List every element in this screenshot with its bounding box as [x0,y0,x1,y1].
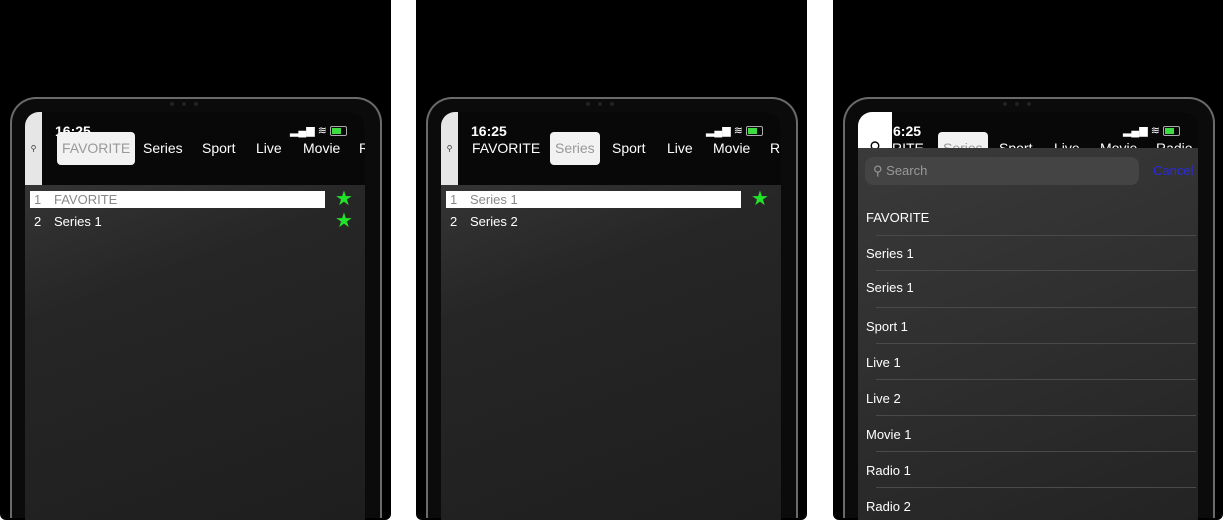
row-number: 2 [34,214,42,229]
search-icon: ⚲ [30,144,37,153]
row-number: 2 [450,214,458,229]
result-item[interactable]: Radio 2 [866,499,911,514]
result-item[interactable]: Series 1 [866,280,914,295]
star-icon[interactable]: ★ [335,189,353,209]
search-button[interactable]: ⚲ [25,112,42,185]
search-input[interactable]: ⚲ Search [865,157,1139,185]
camera [586,102,636,106]
tab-live[interactable]: Live [256,132,282,165]
result-item[interactable]: Radio 1 [866,463,911,478]
divider [876,235,1196,236]
row-label: Series 1 [54,214,102,229]
divider [876,415,1196,416]
star-icon[interactable]: ★ [751,189,769,209]
tab-series[interactable]: Series [550,132,600,165]
tab-sport[interactable]: Sport [202,132,235,165]
row-number: 1 [34,192,42,207]
result-item[interactable]: Live 2 [866,391,901,406]
row-label: Series 2 [470,214,518,229]
list-item[interactable]: 2 Series 2 [446,213,741,230]
row-label: FAVORITE [54,192,118,207]
search-placeholder: Search [886,163,928,178]
list-item[interactable]: 1 FAVORITE [30,191,325,208]
search-icon: ⚲ [446,144,453,153]
result-item[interactable]: Series 1 [866,246,914,261]
camera [1003,102,1053,106]
screenshot-panel-series: ⚲ 16:25 ▂▄▆ ≋ FAVORITE Series Sport Live… [416,0,807,520]
tab-radio[interactable]: R [359,132,365,165]
star-icon[interactable]: ★ [335,211,353,231]
divider [876,270,1196,271]
divider [876,307,1196,308]
result-item[interactable]: FAVORITE [866,210,929,225]
tab-series[interactable]: Series [143,132,183,165]
divider [876,343,1196,344]
tab-live[interactable]: Live [667,132,693,165]
list-item[interactable]: 1 Series 1 [446,191,741,208]
result-item[interactable]: Sport 1 [866,319,908,334]
row-label: Series 1 [470,192,518,207]
search-button[interactable]: ⚲ [441,112,458,185]
device-screen: ⚲ 6:25 ▂▄▆ ≋ RITE Series Sport Live Movi… [858,112,1198,520]
divider [876,379,1196,380]
device-screen: ⚲ 16:25 ▂▄▆ ≋ FAVORITE Series Sport Live… [441,112,781,520]
screenshot-panel-search: ⚲ 6:25 ▂▄▆ ≋ RITE Series Sport Live Movi… [833,0,1223,520]
search-icon: ⚲ [873,163,883,178]
tab-favorite[interactable]: FAVORITE [472,132,540,165]
tab-movie[interactable]: Movie [303,132,340,165]
screenshot-panel-favorite: ⚲ 16:25 ▂▄▆ ≋ FAVORITE Series Sport Live… [0,0,391,520]
device-screen: ⚲ 16:25 ▂▄▆ ≋ FAVORITE Series Sport Live… [25,112,365,520]
tab-favorite[interactable]: FAVORITE [57,132,136,165]
list-item[interactable]: 2 Series 1 [30,213,325,230]
result-item[interactable]: Live 1 [866,355,901,370]
tab-radio[interactable]: R [770,132,780,165]
result-item[interactable]: Movie 1 [866,427,912,442]
tab-movie[interactable]: Movie [713,132,750,165]
tab-sport[interactable]: Sport [612,132,645,165]
header: ⚲ 16:25 ▂▄▆ ≋ FAVORITE Series Sport Live… [441,112,781,185]
row-number: 1 [450,192,458,207]
header: ⚲ 16:25 ▂▄▆ ≋ FAVORITE Series Sport Live… [25,112,365,185]
cancel-button[interactable]: Cancel [1153,163,1193,178]
divider [876,487,1196,488]
search-overlay: ⚲ Search Cancel FAVORITE Series 1 Series… [858,148,1198,520]
divider [876,451,1196,452]
camera [170,102,220,106]
